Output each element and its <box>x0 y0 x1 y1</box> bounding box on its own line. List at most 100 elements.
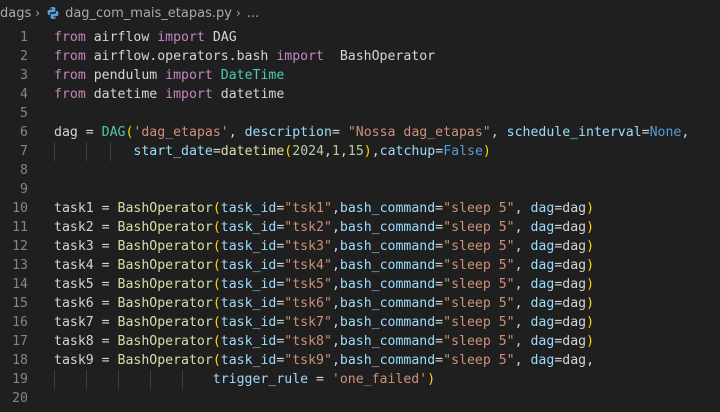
code-token: BashOperator <box>117 277 213 292</box>
code-token: =dag <box>554 315 587 330</box>
code-text: task2 = BashOperator(task_id="tsk2",bash… <box>54 218 594 237</box>
code-token: "sleep 5" <box>443 258 515 273</box>
line-number: 12 <box>12 239 28 254</box>
code-line[interactable]: 10 task1 = BashOperator(task_id="tsk1",ba… <box>0 199 720 218</box>
code-text: task1 = BashOperator(task_id="tsk1",bash… <box>54 199 594 218</box>
code-token: = <box>435 277 444 292</box>
code-line[interactable]: 4 from datetime import datetime <box>0 85 720 104</box>
code-token: 1 <box>331 144 340 159</box>
code-token: "sleep 5" <box>443 296 515 311</box>
code-token: "tsk4" <box>284 258 332 273</box>
code-token: trigger_rule <box>212 372 309 387</box>
code-line[interactable]: 6 dag = DAG('dag_etapas', description= "N… <box>0 123 720 142</box>
line-number: 1 <box>20 30 28 45</box>
code-line[interactable]: 12 task3 = BashOperator(task_id="tsk3",ba… <box>0 237 720 256</box>
code-line[interactable]: 18 task9 = BashOperator(task_id="tsk9",ba… <box>0 351 720 370</box>
line-number: 11 <box>12 220 28 235</box>
code-token: "sleep 5" <box>443 201 515 216</box>
code-token: , <box>514 334 531 349</box>
breadcrumb-folder-label: dags <box>0 5 32 21</box>
line-number: 17 <box>12 334 28 349</box>
code-token: "sleep 5" <box>443 353 515 368</box>
code-token: "tsk1" <box>284 201 332 216</box>
code-line[interactable]: 7 start_date=datetime(2024,1,15),catchup… <box>0 142 720 161</box>
code-text: from datetime import datetime <box>54 85 284 104</box>
code-token: task_id <box>220 201 277 216</box>
line-number: 14 <box>12 277 28 292</box>
code-text: from airflow import DAG <box>54 28 237 47</box>
code-token: ) <box>586 258 595 273</box>
code-token: ( <box>212 334 221 349</box>
line-number: 6 <box>20 125 28 140</box>
code-text: task7 = BashOperator(task_id="tsk7",bash… <box>54 313 594 332</box>
code-token: airflow.operators.bash <box>85 49 277 64</box>
python-file-icon <box>47 7 59 19</box>
code-line[interactable]: 13 task4 = BashOperator(task_id="tsk4",ba… <box>0 256 720 275</box>
code-token: DAG <box>204 30 237 45</box>
code-token: =dag <box>554 334 587 349</box>
code-token: =dag <box>554 220 587 235</box>
code-token: task_id <box>220 239 277 254</box>
code-token: , <box>371 144 380 159</box>
code-line[interactable]: 15 task6 = BashOperator(task_id="tsk6",ba… <box>0 294 720 313</box>
code-line[interactable]: 19 trigger_rule = 'one_failed') <box>0 370 720 389</box>
code-line[interactable]: 9 <box>0 180 720 199</box>
line-number: 15 <box>12 296 28 311</box>
code-token: = <box>435 201 444 216</box>
code-token: "tsk2" <box>284 220 332 235</box>
code-token: dag <box>530 258 555 273</box>
breadcrumb-folder[interactable]: dags <box>0 6 31 21</box>
code-token: datetime <box>212 87 285 102</box>
line-number: 8 <box>20 163 28 178</box>
code-line[interactable]: 20 <box>0 389 720 408</box>
code-line[interactable]: 14 task5 = BashOperator(task_id="tsk5",ba… <box>0 275 720 294</box>
code-token: dag <box>530 220 555 235</box>
code-token: BashOperator <box>117 334 213 349</box>
code-token: = <box>435 258 444 273</box>
code-token: , <box>324 144 332 159</box>
code-token: , <box>331 258 340 273</box>
breadcrumb-file[interactable]: dag_com_mais_etapas.py <box>46 6 232 21</box>
code-token: ( <box>212 353 221 368</box>
code-token: description <box>244 125 332 140</box>
code-token: bash_command <box>339 239 436 254</box>
code-token: dag <box>530 353 555 368</box>
code-token: , <box>228 125 245 140</box>
code-token: "tsk5" <box>284 277 332 292</box>
code-token: ( <box>212 258 221 273</box>
code-line[interactable]: 11 task2 = BashOperator(task_id="tsk2",ba… <box>0 218 720 237</box>
code-token: ) <box>586 201 595 216</box>
code-token: =dag <box>554 296 587 311</box>
code-editor[interactable]: 1 from airflow import DAG 2 from airflow.op… <box>0 26 720 412</box>
code-token: , <box>514 201 531 216</box>
code-token: task7 = <box>54 315 118 330</box>
breadcrumb-symbols[interactable]: ... <box>247 6 259 21</box>
code-token: "sleep 5" <box>443 315 515 330</box>
code-token: catchup <box>379 144 436 159</box>
code-token: datetime <box>220 144 285 159</box>
code-token: , <box>331 220 340 235</box>
code-line[interactable]: 16 task7 = BashOperator(task_id="tsk7",ba… <box>0 313 720 332</box>
code-line[interactable]: 3 from pendulum import DateTime <box>0 66 720 85</box>
code-line[interactable]: 1 from airflow import DAG <box>0 28 720 47</box>
code-token: 'one_failed' <box>331 372 428 387</box>
code-token: 15 <box>347 144 364 159</box>
code-token: , <box>331 334 340 349</box>
code-text: task9 = BashOperator(task_id="tsk9",bash… <box>54 351 594 370</box>
code-token: bash_command <box>339 353 436 368</box>
code-token: schedule_interval <box>506 125 642 140</box>
code-token: 'dag_etapas' <box>133 125 229 140</box>
code-line[interactable]: 5 <box>0 104 720 123</box>
code-token: 2024 <box>292 144 325 159</box>
code-token: bash_command <box>339 315 436 330</box>
code-token: datetime <box>85 87 166 102</box>
code-token: , <box>514 296 531 311</box>
code-token: "tsk7" <box>284 315 332 330</box>
code-token: "sleep 5" <box>443 277 515 292</box>
chevron-right-icon: › <box>35 6 41 20</box>
code-line[interactable]: 17 task8 = BashOperator(task_id="tsk8",ba… <box>0 332 720 351</box>
code-token: = <box>212 144 221 159</box>
code-line[interactable]: 8 <box>0 161 720 180</box>
code-line[interactable]: 2 from airflow.operators.bash import Bash… <box>0 47 720 66</box>
code-token: = <box>331 125 348 140</box>
